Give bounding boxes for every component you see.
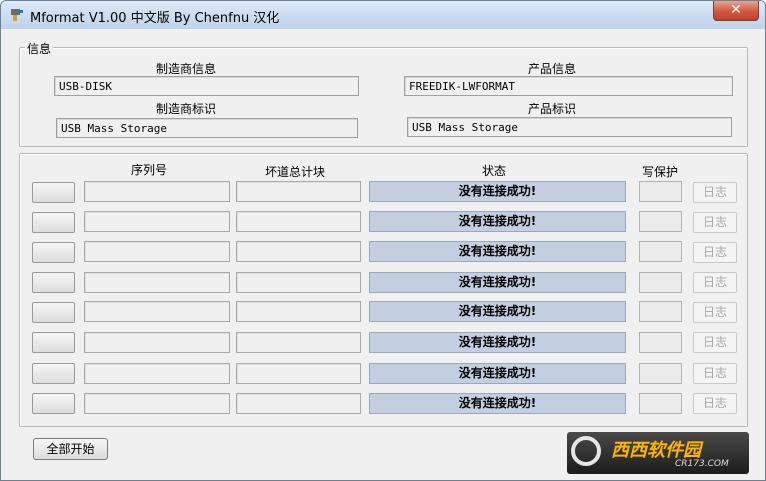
serial-field[interactable] xyxy=(84,363,230,384)
serial-field[interactable] xyxy=(84,301,230,322)
log-button[interactable]: 日志 xyxy=(693,182,737,203)
status-field: 没有连接成功! xyxy=(369,272,626,293)
bad-blocks-field[interactable] xyxy=(236,363,361,384)
watermark-logo: 西西软件园 CR173.COM xyxy=(567,432,749,474)
info-legend: 信息 xyxy=(25,40,54,57)
status-header: 状态 xyxy=(482,164,507,178)
device-select-button[interactable] xyxy=(32,182,75,203)
log-button[interactable]: 日志 xyxy=(693,302,737,323)
write-protect-field xyxy=(639,363,682,384)
device-select-button[interactable] xyxy=(32,393,75,414)
manufacturer-id-field[interactable]: USB Mass Storage xyxy=(56,118,358,138)
product-info-field[interactable]: FREEDIK-LWFORMAT xyxy=(404,76,733,96)
product-info-label: 产品信息 xyxy=(528,62,577,76)
device-select-button[interactable] xyxy=(32,302,75,323)
serial-field[interactable] xyxy=(84,272,230,293)
manufacturer-info-label: 制造商信息 xyxy=(156,62,217,76)
watermark-url: CR173.COM xyxy=(675,459,729,469)
status-field: 没有连接成功! xyxy=(369,181,626,202)
write-protect-field xyxy=(639,241,682,262)
log-button[interactable]: 日志 xyxy=(693,363,737,384)
status-field: 没有连接成功! xyxy=(369,301,626,322)
serial-field[interactable] xyxy=(84,211,230,232)
status-field: 没有连接成功! xyxy=(369,363,626,384)
app-window: Mformat V1.00 中文版 By Chenfnu 汉化 ✕ 信息 制造商… xyxy=(0,0,766,481)
device-select-button[interactable] xyxy=(32,212,75,233)
serial-field[interactable] xyxy=(84,332,230,353)
log-button[interactable]: 日志 xyxy=(693,272,737,293)
bad-blocks-field[interactable] xyxy=(236,211,361,232)
write-protect-field xyxy=(639,272,682,293)
status-field: 没有连接成功! xyxy=(369,332,626,353)
bad-blocks-header: 坏道总计块 xyxy=(265,165,326,179)
status-field: 没有连接成功! xyxy=(369,241,626,262)
serial-field[interactable] xyxy=(84,241,230,262)
write-protect-field xyxy=(639,181,682,202)
bad-blocks-field[interactable] xyxy=(236,241,361,262)
watermark-ring-icon xyxy=(571,436,601,466)
serial-field[interactable] xyxy=(84,181,230,202)
device-select-button[interactable] xyxy=(32,332,75,353)
log-button[interactable]: 日志 xyxy=(693,212,737,233)
title-bar[interactable]: Mformat V1.00 中文版 By Chenfnu 汉化 ✕ xyxy=(1,1,765,29)
serial-field[interactable] xyxy=(84,393,230,414)
bad-blocks-field[interactable] xyxy=(236,272,361,293)
bad-blocks-field[interactable] xyxy=(236,181,361,202)
product-id-field[interactable]: USB Mass Storage xyxy=(407,117,732,137)
log-button[interactable]: 日志 xyxy=(693,332,737,353)
bad-blocks-field[interactable] xyxy=(236,393,361,414)
write-protect-field xyxy=(639,211,682,232)
start-all-button[interactable]: 全部开始 xyxy=(33,438,108,460)
bad-blocks-field[interactable] xyxy=(236,301,361,322)
status-field: 没有连接成功! xyxy=(369,393,626,414)
device-select-button[interactable] xyxy=(32,242,75,263)
write-protect-field xyxy=(639,393,682,414)
manufacturer-info-field[interactable]: USB-DISK xyxy=(54,76,359,96)
manufacturer-id-label: 制造商标识 xyxy=(156,102,217,116)
log-button[interactable]: 日志 xyxy=(693,242,737,263)
app-icon xyxy=(11,9,23,21)
write-protect-header: 写保护 xyxy=(642,165,679,179)
serial-header: 序列号 xyxy=(131,163,168,177)
bad-blocks-field[interactable] xyxy=(236,332,361,353)
window-title: Mformat V1.00 中文版 By Chenfnu 汉化 xyxy=(30,11,280,26)
write-protect-field xyxy=(639,332,682,353)
device-select-button[interactable] xyxy=(32,363,75,384)
write-protect-field xyxy=(639,301,682,322)
close-button[interactable]: ✕ xyxy=(713,1,759,21)
product-id-label: 产品标识 xyxy=(528,102,577,116)
device-select-button[interactable] xyxy=(32,272,75,293)
log-button[interactable]: 日志 xyxy=(693,393,737,414)
status-field: 没有连接成功! xyxy=(369,211,626,232)
